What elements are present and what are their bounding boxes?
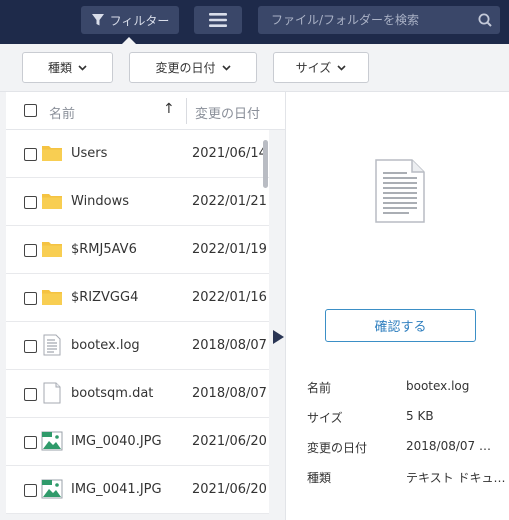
- file-name: Windows: [71, 194, 130, 209]
- chevron-down-icon: [337, 64, 346, 71]
- chevron-down-icon: [221, 64, 231, 71]
- menu-button[interactable]: [194, 6, 242, 34]
- file-modified-date: 2018/08/07: [192, 386, 267, 401]
- select-all-checkbox[interactable]: [24, 104, 37, 117]
- filter-date-button[interactable]: 変更の日付: [129, 52, 257, 83]
- info-row: サイズ 5 KB: [307, 409, 507, 439]
- confirm-button[interactable]: 確認する: [325, 309, 476, 342]
- row-checkbox[interactable]: [24, 340, 37, 353]
- file-name: bootex.log: [71, 338, 140, 353]
- info-value: 5 KB: [406, 409, 434, 423]
- column-header-date[interactable]: 変更の日付: [195, 103, 260, 122]
- row-checkbox[interactable]: [24, 148, 37, 161]
- search-icon[interactable]: [470, 13, 500, 27]
- table-row[interactable]: Users 2021/06/14: [6, 130, 269, 178]
- info-row: 名前 bootex.log: [307, 379, 507, 409]
- file-name: $RIZVGG4: [71, 290, 139, 305]
- folder-icon: [41, 238, 63, 260]
- file-list-panel: 名前 ↑ 変更の日付 Users 2021/06/14 Windows 2022/01…: [0, 92, 285, 520]
- preview-panel: 確認する 名前 bootex.log サイズ 5 KB 変更の日付 2018/08/07 …: [286, 92, 509, 520]
- row-checkbox[interactable]: [24, 244, 37, 257]
- info-value: bootex.log: [406, 379, 470, 393]
- document-preview-icon: [375, 159, 425, 223]
- top-toolbar: フィルター: [0, 0, 509, 44]
- file-info: 名前 bootex.log サイズ 5 KB 変更の日付 2018/08/07 … 種類 テキ…: [307, 379, 507, 499]
- info-key: サイズ: [307, 411, 343, 425]
- file-rows: Users 2021/06/14 Windows 2022/01/21 $RMJ5AV6…: [6, 130, 269, 514]
- file-modified-date: 2018/08/07: [192, 338, 267, 353]
- info-key: 変更の日付: [307, 441, 368, 455]
- file-modified-date: 2022/01/19: [192, 242, 267, 257]
- filter-type-button[interactable]: 種類: [22, 52, 113, 83]
- file-modified-date: 2022/01/21: [192, 194, 267, 209]
- folder-icon: [41, 190, 63, 212]
- search-input[interactable]: [258, 6, 470, 34]
- collapse-preview-arrow-icon[interactable]: [273, 330, 284, 344]
- info-row: 変更の日付 2018/08/07 …: [307, 439, 507, 469]
- image-file-icon: [41, 430, 63, 452]
- file-name: IMG_0041.JPG: [71, 482, 162, 497]
- filter-bar: 種類 変更の日付 サイズ: [0, 44, 509, 92]
- folder-icon: [41, 286, 63, 308]
- column-divider[interactable]: [186, 98, 187, 124]
- search-box: [258, 6, 500, 34]
- blank-file-icon: [41, 382, 63, 404]
- column-header-name[interactable]: 名前: [49, 103, 75, 122]
- file-modified-date: 2021/06/14: [192, 146, 267, 161]
- image-file-icon: [41, 478, 63, 500]
- funnel-icon: [91, 14, 104, 26]
- folder-icon: [41, 142, 63, 164]
- file-name: bootsqm.dat: [71, 386, 154, 401]
- list-scrollbar[interactable]: [263, 140, 268, 188]
- table-row[interactable]: bootsqm.dat 2018/08/07: [6, 370, 269, 418]
- file-modified-date: 2022/01/16: [192, 290, 267, 305]
- info-key: 名前: [307, 381, 332, 395]
- filter-size-label: サイズ: [295, 61, 332, 75]
- table-row[interactable]: Windows 2022/01/21: [6, 178, 269, 226]
- file-name: $RMJ5AV6: [71, 242, 137, 257]
- info-value: テキスト ドキュメ…: [406, 471, 507, 485]
- filter-date-label: 変更の日付: [155, 61, 216, 75]
- hamburger-icon: [209, 13, 227, 27]
- table-row[interactable]: $RMJ5AV6 2022/01/19: [6, 226, 269, 274]
- filter-type-label: 種類: [47, 61, 72, 75]
- file-name: Users: [71, 146, 108, 161]
- table-row[interactable]: bootex.log 2018/08/07: [6, 322, 269, 370]
- file-name: IMG_0040.JPG: [71, 434, 162, 449]
- table-row[interactable]: $RIZVGG4 2022/01/16: [6, 274, 269, 322]
- file-modified-date: 2021/06/20: [192, 434, 267, 449]
- list-header: 名前 ↑ 変更の日付: [6, 92, 285, 130]
- filter-popover-caret: [122, 37, 136, 44]
- chevron-down-icon: [78, 64, 87, 71]
- table-row[interactable]: IMG_0041.JPG 2021/06/20: [6, 466, 269, 514]
- file-modified-date: 2021/06/20: [192, 482, 267, 497]
- row-checkbox[interactable]: [24, 436, 37, 449]
- row-checkbox[interactable]: [24, 484, 37, 497]
- row-checkbox[interactable]: [24, 388, 37, 401]
- info-value: 2018/08/07 …: [406, 439, 491, 453]
- row-checkbox[interactable]: [24, 196, 37, 209]
- table-row[interactable]: IMG_0040.JPG 2021/06/20: [6, 418, 269, 466]
- row-checkbox[interactable]: [24, 292, 37, 305]
- filter-button[interactable]: フィルター: [81, 6, 179, 34]
- info-row: 種類 テキスト ドキュメ…: [307, 469, 507, 499]
- info-key: 種類: [307, 471, 332, 485]
- filter-size-button[interactable]: サイズ: [273, 52, 369, 83]
- text-file-icon: [41, 334, 63, 356]
- sort-ascending-icon[interactable]: ↑: [163, 101, 175, 117]
- filter-button-label: フィルター: [109, 13, 170, 28]
